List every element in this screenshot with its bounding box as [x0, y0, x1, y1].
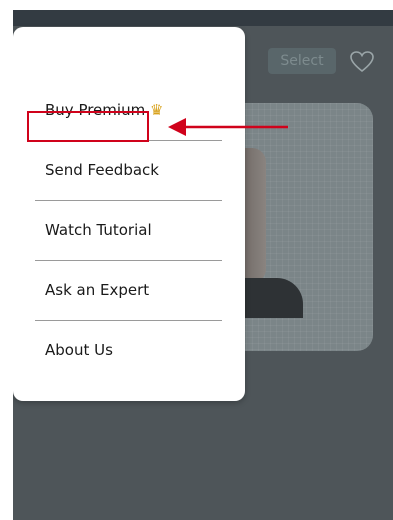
- menu-item-watch-tutorial[interactable]: Watch Tutorial: [35, 200, 222, 260]
- arrow-left-icon: [168, 118, 288, 136]
- menu-item-about-us[interactable]: About Us: [35, 320, 222, 380]
- menu-item-label: Watch Tutorial: [45, 221, 152, 239]
- menu-item-label: Ask an Expert: [45, 281, 150, 299]
- menu-item-ask-expert[interactable]: Ask an Expert: [35, 260, 222, 320]
- dropdown-menu: Buy Premium ♛ Send Feedback Watch Tutori…: [13, 27, 245, 401]
- photo-card[interactable]: [228, 103, 373, 351]
- menu-item-label: About Us: [45, 341, 113, 359]
- app-screen: Select Buy Premium ♛ Send Feedback Watch…: [13, 10, 393, 520]
- highlight-box: [27, 111, 149, 142]
- heart-icon[interactable]: [349, 50, 375, 74]
- menu-item-send-feedback[interactable]: Send Feedback: [35, 140, 222, 200]
- menu-item-label: Send Feedback: [45, 161, 159, 179]
- status-bar: [13, 10, 393, 26]
- select-button[interactable]: Select: [268, 48, 336, 74]
